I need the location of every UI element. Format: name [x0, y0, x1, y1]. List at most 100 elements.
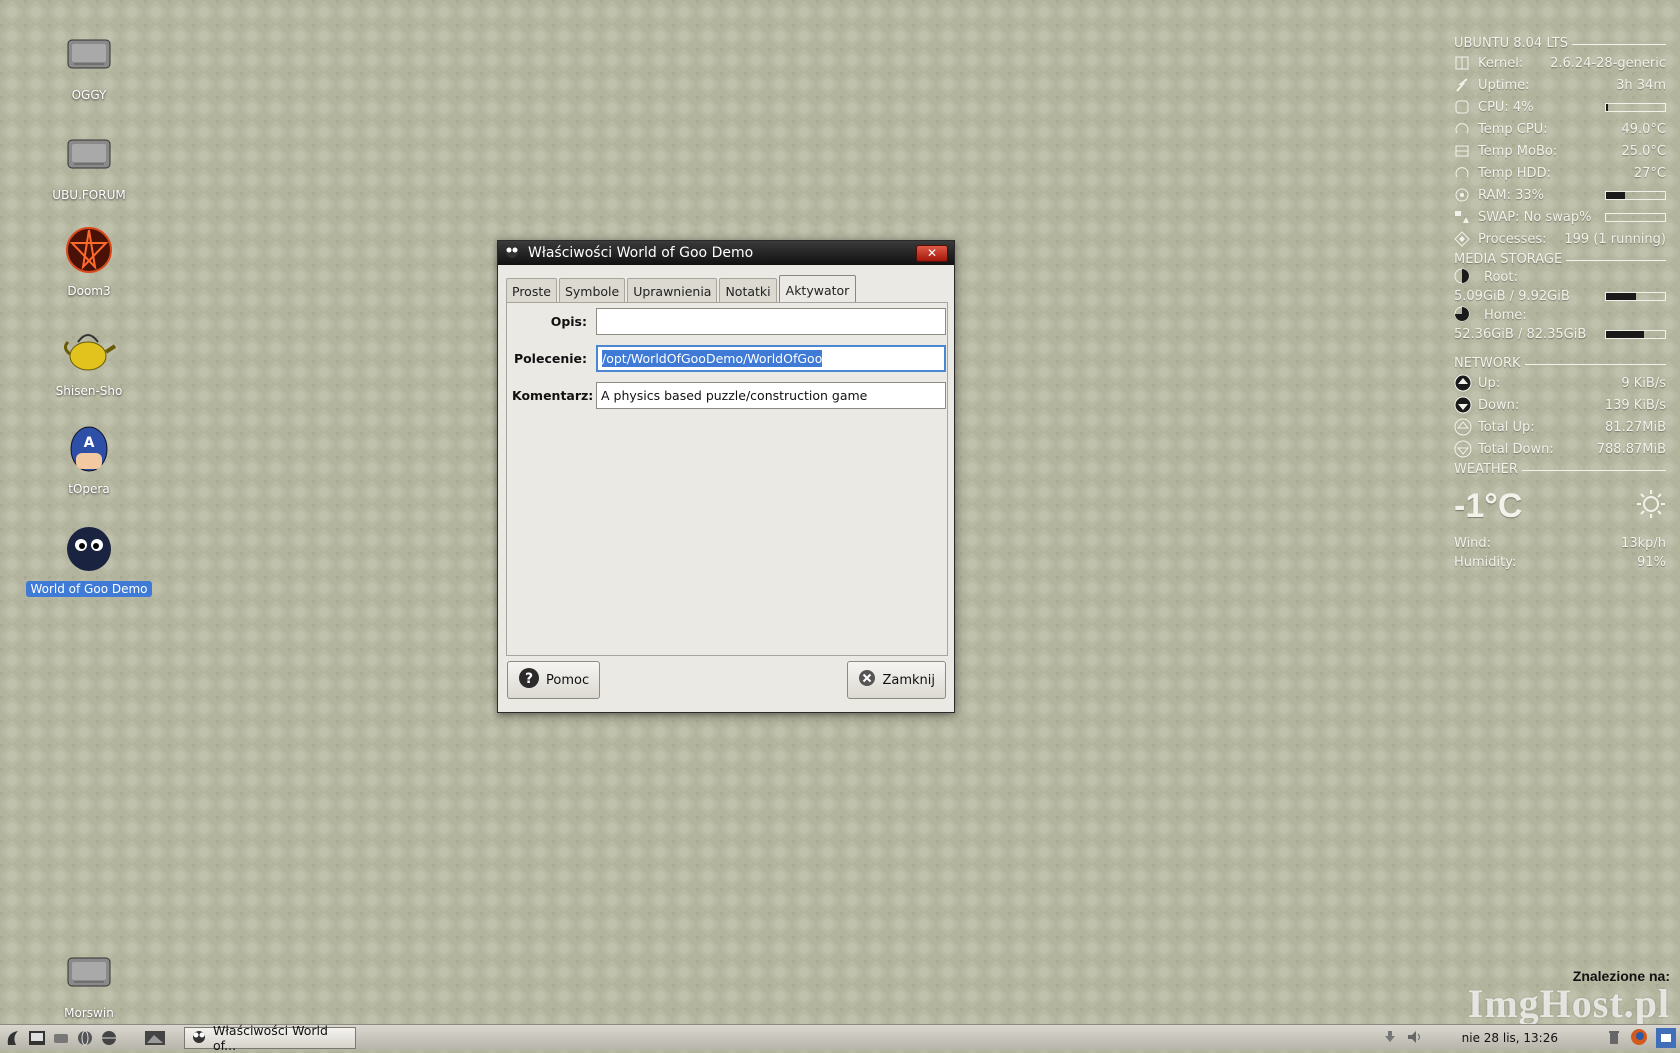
properties-dialog: Właściwości World of Goo Demo ✕ Proste S…: [497, 240, 955, 713]
app-menu-icon[interactable]: [2, 1027, 24, 1049]
memory-icon: [1454, 186, 1478, 204]
pentagram-icon: [61, 222, 117, 278]
show-desktop-icon[interactable]: [144, 1027, 166, 1049]
firefox-icon[interactable]: [1630, 1028, 1648, 1049]
temp-hdd-row: Temp HDD: 27°C: [1454, 162, 1666, 184]
temp-cpu-row: Temp CPU: 49.0°C: [1454, 118, 1666, 140]
weather-temperature: -1°C: [1454, 486, 1523, 525]
system-tray: nie 28 lis, 13:26: [1382, 1025, 1680, 1051]
opis-label: Opis:: [550, 314, 587, 329]
drive-icon: [61, 26, 117, 82]
tab-bar: Proste Symbole Uprawnienia Notatki Aktyw…: [506, 273, 858, 304]
lightning-icon: [1454, 76, 1478, 94]
root-bar: [1605, 292, 1666, 301]
arrow-up-outline-icon: [1454, 418, 1478, 436]
temp-mobo-row: Temp MoBo: 25.0°C: [1454, 140, 1666, 162]
dialog-titlebar[interactable]: Właściwości World of Goo Demo ✕: [498, 241, 954, 265]
desktop-icon-label: World of Goo Demo: [26, 581, 152, 597]
tab-uprawnienia[interactable]: Uprawnienia: [627, 278, 718, 303]
wind-row: Wind: 13kp/h: [1454, 536, 1666, 551]
pie-icon: [1454, 268, 1484, 288]
window-close-button[interactable]: ✕: [916, 244, 948, 262]
desktop-icon-label: tOpera: [68, 482, 110, 496]
humidity-row: Humidity: 91%: [1454, 555, 1666, 570]
drive-icon[interactable]: [50, 1027, 72, 1049]
cpu-row: CPU: 4%: [1454, 96, 1666, 118]
desktop-icon-doom3[interactable]: Doom3: [24, 222, 154, 299]
goo-ball-icon: [504, 244, 520, 262]
desktop-icon-topera[interactable]: A tOpera: [24, 420, 154, 497]
system-header: UBUNTU 8.04 LTS: [1454, 34, 1666, 52]
drive-icon: [61, 944, 117, 1000]
desktop-icon-oggy[interactable]: OGGY: [24, 26, 154, 103]
help-button[interactable]: ? Pomoc: [507, 661, 601, 699]
arrow-down-outline-icon: [1454, 440, 1478, 458]
gauge-icon: [1454, 120, 1478, 138]
total-up-row: Total Up: 81.27MiB: [1454, 416, 1666, 438]
desktop-icon-shisen-sho[interactable]: Shisen-Sho: [24, 322, 154, 399]
volume-icon[interactable]: [1406, 1029, 1424, 1048]
polecenie-input[interactable]: /opt/WorldOfGooDemo/WorldOfGoo: [596, 345, 946, 372]
cpu-bar: [1605, 102, 1666, 112]
clock[interactable]: nie 28 lis, 13:26: [1462, 1031, 1558, 1045]
arrow-down-icon: [1454, 396, 1478, 414]
diamond-icon: [1454, 230, 1478, 248]
quick-launch: [0, 1027, 166, 1049]
pie-icon: [1454, 306, 1484, 326]
gauge-icon: [1454, 164, 1478, 182]
root-usage-row: 5.09GiB / 9.92GiB: [1454, 287, 1666, 306]
komentarz-field: Komentarz: A physics based puzzle/constr…: [512, 382, 946, 409]
taskbar: Właściwości World of... nie 28 lis, 13:2…: [0, 1023, 1680, 1053]
network-globe-icon[interactable]: [98, 1027, 120, 1049]
ram-row: RAM: 33%: [1454, 184, 1666, 206]
home-row: Home:: [1454, 306, 1666, 325]
opis-field: Opis:: [512, 308, 946, 335]
desktop-icon-world-of-goo[interactable]: World of Goo Demo: [24, 520, 154, 597]
weather-main: -1°C: [1454, 478, 1666, 534]
swap-icon: [1454, 208, 1478, 226]
trash-icon[interactable]: [1606, 1029, 1622, 1048]
uptime-row: Uptime: 3h 34m: [1454, 74, 1666, 96]
terminal-icon[interactable]: [26, 1027, 48, 1049]
network-header: NETWORK: [1454, 354, 1666, 372]
teapot-icon: [61, 322, 117, 378]
tab-aktywator[interactable]: Aktywator: [778, 275, 857, 304]
dialog-title: Właściwości World of Goo Demo: [528, 245, 754, 261]
home-bar: [1605, 330, 1666, 339]
watermark: Znalezione na: ImgHost.pl: [1467, 968, 1670, 1026]
desktop-icon-morswin[interactable]: Morswin: [24, 944, 154, 1021]
desktop-icon-label: Doom3: [67, 284, 111, 298]
goo-ball-icon: [61, 520, 117, 576]
tab-symbole[interactable]: Symbole: [558, 278, 626, 303]
home-usage-row: 52.36GiB / 82.35GiB: [1454, 325, 1666, 344]
tab-proste[interactable]: Proste: [506, 278, 557, 303]
close-button-label: Zamknij: [882, 672, 935, 688]
close-icon: ✕: [926, 246, 938, 260]
storage-header: MEDIA STORAGE: [1454, 250, 1666, 268]
komentarz-input[interactable]: A physics based puzzle/construction game: [596, 382, 946, 409]
desktop-icon-label: Morswin: [64, 1006, 114, 1020]
motherboard-icon: [1454, 142, 1478, 160]
total-down-row: Total Down: 788.87MiB: [1454, 438, 1666, 460]
desktop-icon-label: OGGY: [71, 88, 107, 102]
desktop-icon-ubu-forum[interactable]: UBU.FORUM: [24, 126, 154, 203]
workspace-switcher[interactable]: [1656, 1028, 1676, 1048]
download-icon[interactable]: [1382, 1029, 1398, 1048]
help-button-label: Pomoc: [546, 672, 590, 688]
polecenie-label: Polecenie:: [513, 351, 587, 366]
swap-bar: [1605, 212, 1666, 222]
taskbar-window-button[interactable]: Właściwości World of...: [184, 1023, 356, 1053]
close-button[interactable]: Zamknij: [847, 661, 946, 699]
chip-icon: [1454, 54, 1478, 72]
globe-icon[interactable]: [74, 1027, 96, 1049]
down-row: Down: 139 KiB/s: [1454, 394, 1666, 416]
cancel-icon: [858, 669, 876, 691]
arrow-up-icon: [1454, 374, 1478, 392]
tab-panel-aktywator: Opis: Polecenie: /opt/WorldOfGooDemo/Wor…: [506, 302, 948, 656]
desktop-icon-label: Shisen-Sho: [55, 384, 123, 398]
conky-panel: UBUNTU 8.04 LTS Kernel: 2.6.24-28-generi…: [1454, 34, 1666, 572]
tab-notatki[interactable]: Notatki: [719, 278, 777, 303]
opis-input[interactable]: [596, 308, 946, 335]
help-icon: ?: [518, 667, 540, 693]
polecenie-selected-text: /opt/WorldOfGooDemo/WorldOfGoo: [602, 350, 823, 367]
